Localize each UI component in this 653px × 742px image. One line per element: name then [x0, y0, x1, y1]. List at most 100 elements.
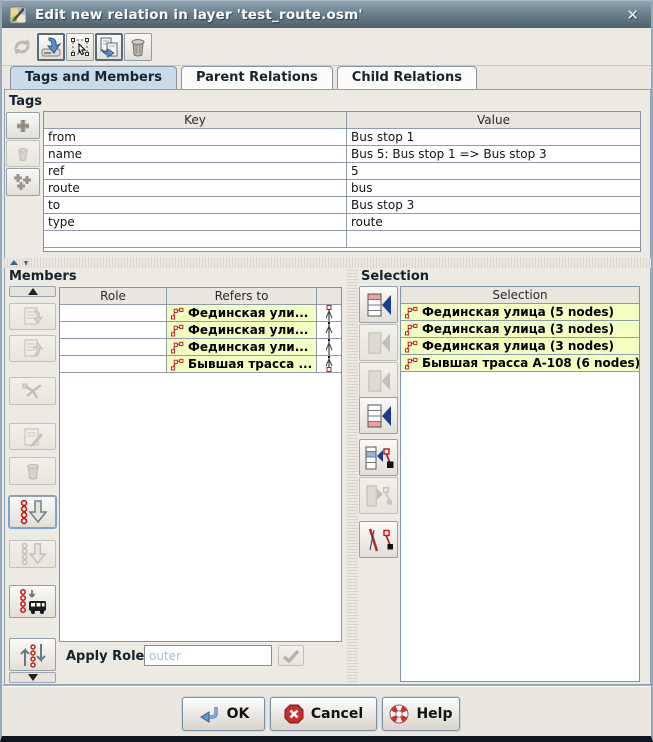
- tag-key-cell[interactable]: [44, 231, 347, 247]
- selection-item-label: Фединская улица (3 nodes): [422, 339, 614, 353]
- tag-key-cell[interactable]: name: [44, 146, 347, 162]
- slash-way-icon: [364, 527, 394, 553]
- member-sort-button[interactable]: [9, 638, 56, 671]
- edit-document-icon: [21, 426, 45, 448]
- help-label: Help: [416, 706, 452, 722]
- table-row[interactable]: route bus: [44, 180, 640, 197]
- tag-value-cell[interactable]: bus: [347, 180, 640, 196]
- table-insert-top-icon: [365, 292, 393, 318]
- table-row[interactable]: Фединская улица (5 nodes): [401, 304, 639, 321]
- tag-value-cell[interactable]: Bus stop 1: [347, 129, 640, 145]
- tag-value-cell[interactable]: 5: [347, 163, 640, 179]
- selection-cell[interactable]: Бывшая трасса А-108 (6 nodes): [401, 355, 639, 371]
- titlebar[interactable]: Edit new relation in layer 'test_route.o…: [2, 0, 651, 28]
- apply-role-label: Apply Role:: [66, 649, 150, 664]
- tag-key-cell[interactable]: route: [44, 180, 347, 196]
- table-row[interactable]: Фединская улица (3 nodes): [401, 338, 639, 355]
- tag-key-cell[interactable]: ref: [44, 163, 347, 179]
- tag-value-cell[interactable]: route: [347, 214, 640, 230]
- member-refers-label: Бывшая трасса ...: [188, 357, 312, 371]
- member-refers-cell[interactable]: Фединская ули...: [167, 339, 317, 355]
- tag-value-cell[interactable]: [347, 231, 640, 247]
- table-row[interactable]: Фединская ули...: [60, 305, 341, 322]
- selection-add-at-end-button[interactable]: [359, 397, 398, 434]
- member-refers-label: Фединская ули...: [188, 323, 308, 337]
- sort-arrows-icon: [18, 641, 48, 669]
- add-tag-preset-button[interactable]: [6, 168, 40, 196]
- member-paste-after-button[interactable]: [9, 496, 56, 528]
- member-role-cell[interactable]: [60, 322, 167, 338]
- tab-tags-and-members[interactable]: Tags and Members: [10, 66, 177, 90]
- selection-table[interactable]: Selection Фединская улица (5 nodes) Феди…: [400, 286, 640, 682]
- table-row[interactable]: name Bus 5: Bus stop 1 => Bus stop 3: [44, 146, 640, 163]
- table-arrow-way-icon: [365, 484, 393, 508]
- member-refers-cell[interactable]: Фединская ули...: [167, 322, 317, 338]
- member-unlink-button: [9, 377, 56, 405]
- relation-editor-window: Edit new relation in layer 'test_route.o…: [0, 0, 653, 742]
- selection-add-above-button: [359, 324, 398, 361]
- members-table[interactable]: Role Refers to Фединская ули... Фединска…: [59, 287, 342, 642]
- members-scroll-down-button[interactable]: [9, 672, 56, 683]
- table-row[interactable]: Бывшая трасса А-108 (6 nodes): [401, 355, 639, 372]
- member-role-cell[interactable]: [60, 339, 167, 355]
- tag-key-cell[interactable]: from: [44, 129, 347, 145]
- selection-section-label: Selection: [361, 269, 429, 284]
- table-row[interactable]: Фединская улица (3 nodes): [401, 321, 639, 338]
- trash-icon: [15, 146, 31, 162]
- apply-changes-button[interactable]: [37, 33, 65, 61]
- table-row[interactable]: Фединская ули...: [60, 339, 341, 356]
- apply-role-input[interactable]: [144, 645, 272, 666]
- member-copy-prev-button: [9, 335, 56, 362]
- table-row[interactable]: to Bus stop 3: [44, 197, 640, 214]
- apply-download-icon: [40, 36, 62, 58]
- selection-select-members-button[interactable]: [359, 439, 398, 476]
- tag-key-cell[interactable]: to: [44, 197, 347, 213]
- delete-tag-button: [6, 140, 40, 167]
- add-tag-button[interactable]: [6, 112, 40, 139]
- cancel-button[interactable]: Cancel: [270, 697, 377, 731]
- selection-cell[interactable]: Фединская улица (3 nodes): [401, 338, 639, 354]
- tag-value-cell[interactable]: Bus 5: Bus stop 1 => Bus stop 3: [347, 146, 640, 162]
- table-row[interactable]: Бывшая трасса ...: [60, 356, 341, 373]
- plus-icon: [14, 117, 32, 135]
- splitter-arrows-icon[interactable]: [10, 259, 30, 267]
- route-connectivity-icon: [319, 339, 339, 355]
- member-refers-cell[interactable]: Фединская ули...: [167, 305, 317, 321]
- member-connectivity-cell: [317, 322, 341, 338]
- member-refers-cell[interactable]: Бывшая трасса ...: [167, 356, 317, 372]
- tab-parent-relations[interactable]: Parent Relations: [181, 66, 333, 89]
- members-scroll-up-button[interactable]: [9, 286, 56, 297]
- help-button[interactable]: Help: [382, 697, 460, 731]
- selection-cell[interactable]: Фединская улица (3 nodes): [401, 321, 639, 337]
- table-row[interactable]: from Bus stop 1: [44, 129, 640, 146]
- delete-relation-button[interactable]: [124, 33, 152, 61]
- close-icon[interactable]: ✕: [626, 6, 639, 24]
- tags-section-label: Tags: [9, 94, 42, 109]
- member-role-cell[interactable]: [60, 305, 167, 321]
- member-download-button[interactable]: [9, 585, 56, 618]
- tag-value-cell[interactable]: Bus stop 3: [347, 197, 640, 213]
- route-connectivity-icon: [319, 305, 339, 321]
- table-row[interactable]: type route: [44, 214, 640, 231]
- selection-item-label: Фединская улица (3 nodes): [422, 322, 614, 336]
- table-row[interactable]: [44, 231, 640, 248]
- way-icon: [405, 323, 418, 336]
- ok-button[interactable]: OK: [182, 697, 265, 731]
- tags-table[interactable]: Key Value from Bus stop 1 name Bus 5: Bu…: [43, 111, 641, 252]
- apply-role-confirm-button: [278, 645, 304, 666]
- duplicate-relation-button[interactable]: [95, 33, 123, 61]
- tab-child-relations[interactable]: Child Relations: [337, 66, 477, 89]
- select-relation-button[interactable]: [66, 33, 94, 61]
- table-row[interactable]: ref 5: [44, 163, 640, 180]
- horizontal-splitter[interactable]: [4, 258, 653, 268]
- table-select-way-icon: [364, 445, 394, 471]
- tags-col-key: Key: [44, 112, 347, 128]
- table-row[interactable]: Фединская ули...: [60, 322, 341, 339]
- vertical-splitter[interactable]: [347, 268, 358, 682]
- selection-add-at-start-button[interactable]: [359, 286, 398, 323]
- selection-deselect-button[interactable]: [359, 521, 398, 558]
- selection-cell[interactable]: Фединская улица (5 nodes): [401, 304, 639, 320]
- editor-tabs: Tags and Members Parent Relations Child …: [10, 66, 481, 90]
- tag-key-cell[interactable]: type: [44, 214, 347, 230]
- member-role-cell[interactable]: [60, 356, 167, 372]
